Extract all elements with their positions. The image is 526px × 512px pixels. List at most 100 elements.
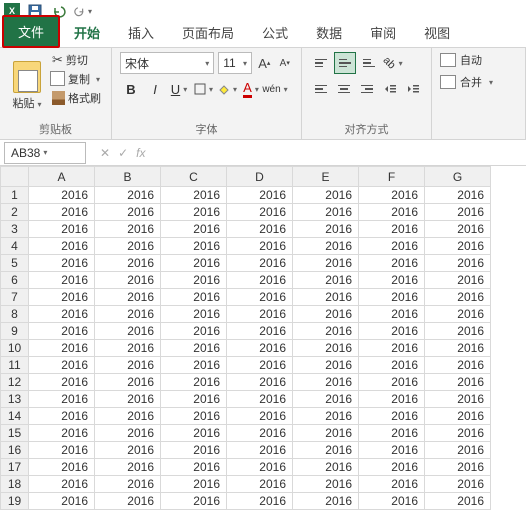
cell[interactable]: 2016 bbox=[359, 374, 425, 391]
cell[interactable]: 2016 bbox=[425, 289, 491, 306]
cell[interactable]: 2016 bbox=[293, 374, 359, 391]
decrease-font-button[interactable]: A▾ bbox=[277, 52, 293, 74]
cell[interactable]: 2016 bbox=[227, 272, 293, 289]
orientation-button[interactable]: ab bbox=[382, 52, 404, 74]
cell[interactable]: 2016 bbox=[425, 357, 491, 374]
fill-color-button[interactable] bbox=[216, 78, 238, 100]
wrap-text-button[interactable]: 自动 bbox=[440, 52, 517, 68]
cell[interactable]: 2016 bbox=[95, 425, 161, 442]
cell[interactable]: 2016 bbox=[227, 238, 293, 255]
cell[interactable]: 2016 bbox=[359, 255, 425, 272]
cell[interactable]: 2016 bbox=[161, 357, 227, 374]
row-header[interactable]: 3 bbox=[1, 221, 29, 238]
cell[interactable]: 2016 bbox=[359, 238, 425, 255]
cell[interactable]: 2016 bbox=[161, 442, 227, 459]
tab-data[interactable]: 数据 bbox=[302, 18, 356, 47]
cell[interactable]: 2016 bbox=[95, 221, 161, 238]
cell[interactable]: 2016 bbox=[293, 459, 359, 476]
cell[interactable]: 2016 bbox=[359, 391, 425, 408]
row-header[interactable]: 12 bbox=[1, 374, 29, 391]
cell[interactable]: 2016 bbox=[161, 255, 227, 272]
cell[interactable]: 2016 bbox=[359, 289, 425, 306]
cell[interactable]: 2016 bbox=[227, 340, 293, 357]
cell[interactable]: 2016 bbox=[161, 408, 227, 425]
enter-formula-button[interactable]: ✓ bbox=[118, 146, 128, 160]
cell[interactable]: 2016 bbox=[359, 408, 425, 425]
row-header[interactable]: 7 bbox=[1, 289, 29, 306]
increase-font-button[interactable]: A▴ bbox=[256, 52, 272, 74]
row-header[interactable]: 17 bbox=[1, 459, 29, 476]
row-header[interactable]: 1 bbox=[1, 187, 29, 204]
column-header[interactable]: F bbox=[359, 167, 425, 187]
tab-insert[interactable]: 插入 bbox=[114, 18, 168, 47]
cell[interactable]: 2016 bbox=[227, 323, 293, 340]
row-header[interactable]: 9 bbox=[1, 323, 29, 340]
row-header[interactable]: 13 bbox=[1, 391, 29, 408]
cell[interactable]: 2016 bbox=[425, 238, 491, 255]
cell[interactable]: 2016 bbox=[359, 204, 425, 221]
cell[interactable]: 2016 bbox=[29, 391, 95, 408]
cell[interactable]: 2016 bbox=[95, 272, 161, 289]
paste-button[interactable]: 粘贴 bbox=[8, 52, 46, 119]
cell[interactable]: 2016 bbox=[293, 425, 359, 442]
cell[interactable]: 2016 bbox=[95, 187, 161, 204]
cell[interactable]: 2016 bbox=[359, 340, 425, 357]
cell[interactable]: 2016 bbox=[359, 459, 425, 476]
align-center-button[interactable] bbox=[333, 78, 354, 100]
cell[interactable]: 2016 bbox=[95, 255, 161, 272]
cell[interactable]: 2016 bbox=[359, 272, 425, 289]
cell[interactable]: 2016 bbox=[161, 476, 227, 493]
cell[interactable]: 2016 bbox=[359, 493, 425, 510]
tab-review[interactable]: 审阅 bbox=[356, 18, 410, 47]
cell[interactable]: 2016 bbox=[227, 255, 293, 272]
cell[interactable]: 2016 bbox=[161, 221, 227, 238]
align-left-button[interactable] bbox=[310, 78, 331, 100]
align-right-button[interactable] bbox=[356, 78, 377, 100]
font-color-button[interactable]: A bbox=[240, 78, 262, 100]
cell[interactable]: 2016 bbox=[95, 442, 161, 459]
italic-button[interactable]: I bbox=[144, 78, 166, 100]
cell[interactable]: 2016 bbox=[161, 272, 227, 289]
cell[interactable]: 2016 bbox=[29, 306, 95, 323]
cell[interactable]: 2016 bbox=[425, 442, 491, 459]
cell[interactable]: 2016 bbox=[425, 306, 491, 323]
cell[interactable]: 2016 bbox=[29, 442, 95, 459]
cell[interactable]: 2016 bbox=[425, 204, 491, 221]
cell[interactable]: 2016 bbox=[29, 255, 95, 272]
cell[interactable]: 2016 bbox=[29, 408, 95, 425]
cell[interactable]: 2016 bbox=[293, 408, 359, 425]
cell[interactable]: 2016 bbox=[227, 408, 293, 425]
cell[interactable]: 2016 bbox=[227, 306, 293, 323]
row-header[interactable]: 19 bbox=[1, 493, 29, 510]
cell[interactable]: 2016 bbox=[95, 306, 161, 323]
tab-home[interactable]: 开始 bbox=[60, 18, 114, 47]
cell[interactable]: 2016 bbox=[29, 459, 95, 476]
copy-button[interactable]: 复制 bbox=[52, 71, 101, 87]
cell[interactable]: 2016 bbox=[227, 289, 293, 306]
align-bottom-button[interactable] bbox=[358, 52, 380, 74]
cell[interactable]: 2016 bbox=[95, 238, 161, 255]
cell[interactable]: 2016 bbox=[425, 340, 491, 357]
cell[interactable]: 2016 bbox=[161, 391, 227, 408]
cell[interactable]: 2016 bbox=[293, 340, 359, 357]
tab-file[interactable]: 文件 bbox=[2, 15, 60, 48]
column-header[interactable]: D bbox=[227, 167, 293, 187]
row-header[interactable]: 2 bbox=[1, 204, 29, 221]
cell[interactable]: 2016 bbox=[425, 255, 491, 272]
cell[interactable]: 2016 bbox=[359, 425, 425, 442]
cell[interactable]: 2016 bbox=[227, 442, 293, 459]
cell[interactable]: 2016 bbox=[359, 357, 425, 374]
cell[interactable]: 2016 bbox=[293, 442, 359, 459]
column-header[interactable]: B bbox=[95, 167, 161, 187]
cell[interactable]: 2016 bbox=[29, 221, 95, 238]
cell[interactable]: 2016 bbox=[227, 476, 293, 493]
row-header[interactable]: 15 bbox=[1, 425, 29, 442]
row-header[interactable]: 10 bbox=[1, 340, 29, 357]
cell[interactable]: 2016 bbox=[95, 357, 161, 374]
cell[interactable]: 2016 bbox=[293, 391, 359, 408]
cell[interactable]: 2016 bbox=[293, 238, 359, 255]
cell[interactable]: 2016 bbox=[425, 408, 491, 425]
increase-indent-button[interactable] bbox=[402, 78, 423, 100]
cell[interactable]: 2016 bbox=[227, 493, 293, 510]
cell[interactable]: 2016 bbox=[293, 493, 359, 510]
